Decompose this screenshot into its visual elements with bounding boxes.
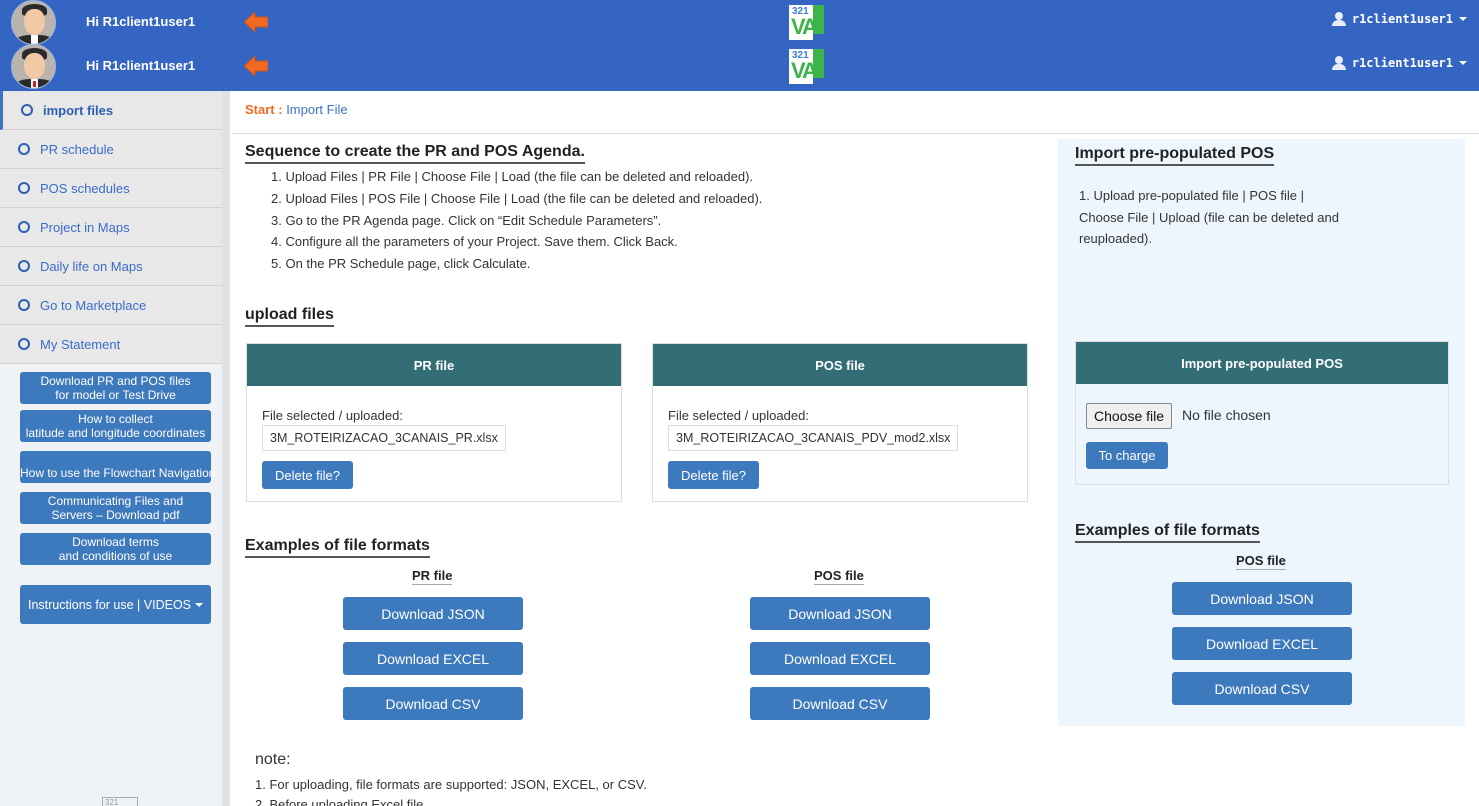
- circle-icon: [18, 260, 30, 272]
- no-file-chosen-text: No file chosen: [1182, 407, 1271, 423]
- instructions-videos-dropdown[interactable]: Instructions for use | VIDEOS: [20, 585, 211, 624]
- step-item: 5. On the PR Schedule page, click Calcul…: [271, 256, 531, 272]
- prepopulated-examples-title: Examples of file formats: [1075, 522, 1260, 543]
- pr-download-excel-button[interactable]: Download EXCEL: [343, 642, 523, 675]
- prepopulated-download-csv-button[interactable]: Download CSV: [1172, 672, 1352, 705]
- examples-title: Examples of file formats: [245, 537, 430, 558]
- pos-examples-heading: POS file: [814, 568, 864, 585]
- delete-pr-file-button[interactable]: Delete file?: [262, 461, 353, 489]
- avatar[interactable]: [11, 44, 56, 89]
- sidebar-item-go-to-marketplace[interactable]: Go to Marketplace: [0, 286, 222, 325]
- back-arrow-icon[interactable]: [244, 12, 268, 32]
- collect-coordinates-button[interactable]: How to collect latitude and longitude co…: [20, 410, 211, 442]
- caret-down-icon: [1459, 61, 1467, 65]
- choose-file-button[interactable]: Choose file: [1086, 403, 1173, 429]
- divider: [232, 133, 1479, 134]
- pos-file-panel: POS file File selected / uploaded: 3M_RO…: [652, 343, 1028, 502]
- header-row: Hi R1client1user1 321 VA r1client1user1: [0, 44, 1479, 89]
- circle-icon: [18, 182, 30, 194]
- sidebar-item-daily-life-on-maps[interactable]: Daily life on Maps: [0, 247, 222, 286]
- sidebar: import files PR schedule POS schedules P…: [0, 91, 230, 806]
- delete-pos-file-button[interactable]: Delete file?: [668, 461, 759, 489]
- import-prepopulated-panel: Import pre-populated POS Choose file No …: [1075, 341, 1449, 485]
- import-prepopulated-title: Import pre-populated POS: [1075, 145, 1275, 166]
- pos-download-json-button[interactable]: Download JSON: [750, 597, 930, 630]
- pr-examples-heading: PR file: [412, 568, 453, 585]
- pr-download-json-button[interactable]: Download JSON: [343, 597, 523, 630]
- breadcrumb: Start : Import File: [245, 102, 348, 117]
- panel-header: POS file: [653, 344, 1027, 386]
- file-selected-label: File selected / uploaded:: [668, 408, 809, 423]
- user-icon: [1331, 12, 1346, 26]
- circle-icon: [18, 221, 30, 233]
- sequence-title: Sequence to create the PR and POS Agenda…: [245, 143, 585, 164]
- terms-conditions-button[interactable]: Download terms and conditions of use: [20, 533, 211, 565]
- app-logo[interactable]: 321 VA: [789, 5, 824, 40]
- sidebar-item-pos-schedules[interactable]: POS schedules: [0, 169, 222, 208]
- pr-file-panel: PR file File selected / uploaded: 3M_ROT…: [246, 343, 622, 502]
- circle-icon: [21, 104, 33, 116]
- note-line: 2. Before uploading Excel file...: [255, 797, 435, 806]
- header-row: Hi R1client1user1 321 VA r1client1user1: [0, 0, 1479, 45]
- circle-icon: [18, 143, 30, 155]
- sidebar-item-project-in-maps[interactable]: Project in Maps: [0, 208, 222, 247]
- step-item: 4. Configure all the parameters of your …: [271, 234, 678, 250]
- step-item: 3. Go to the PR Agenda page. Click on “E…: [271, 212, 662, 228]
- avatar[interactable]: [11, 0, 56, 45]
- flowchart-navigation-button[interactable]: How to use the Flowchart Navigation: [20, 451, 215, 483]
- circle-icon: [18, 299, 30, 311]
- greeting-text: Hi R1client1user1: [86, 14, 196, 29]
- pr-download-csv-button[interactable]: Download CSV: [343, 687, 523, 720]
- user-menu-dropdown[interactable]: r1client1user1: [1331, 56, 1467, 70]
- pr-file-name-field[interactable]: 3M_ROTEIRIZACAO_3CANAIS_PR.xlsx: [262, 425, 506, 451]
- to-charge-button[interactable]: To charge: [1086, 442, 1168, 469]
- circle-icon: [18, 338, 30, 350]
- back-arrow-icon[interactable]: [244, 56, 268, 76]
- user-icon: [1331, 56, 1346, 70]
- panel-header: PR file: [247, 344, 621, 386]
- step-item: 1. Upload Files | PR File | Choose File …: [271, 169, 754, 184]
- breadcrumb-start[interactable]: Start :: [245, 102, 283, 117]
- app-logo[interactable]: 321 VA: [789, 49, 824, 84]
- top-header: Hi R1client1user1 321 VA r1client1user1 …: [0, 0, 1479, 91]
- download-model-files-button[interactable]: Download PR and POS files for model or T…: [20, 372, 211, 404]
- prepopulated-download-json-button[interactable]: Download JSON: [1172, 582, 1352, 615]
- sidebar-item-pr-schedule[interactable]: PR schedule: [0, 130, 222, 169]
- import-prepopulated-description: 1. Upload pre-populated file | POS file …: [1079, 188, 1339, 246]
- note-title: note:: [255, 751, 291, 768]
- sidebar-item-my-statement[interactable]: My Statement: [0, 325, 222, 364]
- pos-download-csv-button[interactable]: Download CSV: [750, 687, 930, 720]
- caret-down-icon: [1459, 17, 1467, 21]
- prepopulated-download-excel-button[interactable]: Download EXCEL: [1172, 627, 1352, 660]
- caret-down-icon: [195, 602, 204, 607]
- step-item: 2. Upload Files | POS File | Choose File…: [271, 190, 763, 206]
- footer-logo: 321: [102, 797, 138, 806]
- sequence-steps: 1. Upload Files | PR File | Choose File …: [271, 166, 762, 275]
- pos-file-name-field[interactable]: 3M_ROTEIRIZACAO_3CANAIS_PDV_mod2.xlsx: [668, 425, 959, 451]
- user-menu-label: r1client1user1: [1351, 56, 1453, 70]
- user-menu-label: r1client1user1: [1351, 12, 1453, 26]
- sidebar-item-import-files[interactable]: import files: [0, 91, 222, 130]
- breadcrumb-current: Import File: [286, 102, 348, 117]
- sidebar-scrollbar[interactable]: [222, 91, 230, 806]
- communicating-files-button[interactable]: Communicating Files and Servers – Downlo…: [20, 492, 211, 524]
- note-line: 1. For uploading, file formats are suppo…: [255, 777, 647, 792]
- user-menu-dropdown[interactable]: r1client1user1: [1331, 12, 1467, 26]
- prepopulated-pos-heading: POS file: [1236, 553, 1286, 570]
- panel-header: Import pre-populated POS: [1076, 342, 1448, 384]
- greeting-text: Hi R1client1user1: [86, 58, 196, 73]
- upload-files-title: upload files: [245, 306, 334, 327]
- pos-download-excel-button[interactable]: Download EXCEL: [750, 642, 930, 675]
- file-selected-label: File selected / uploaded:: [262, 408, 403, 423]
